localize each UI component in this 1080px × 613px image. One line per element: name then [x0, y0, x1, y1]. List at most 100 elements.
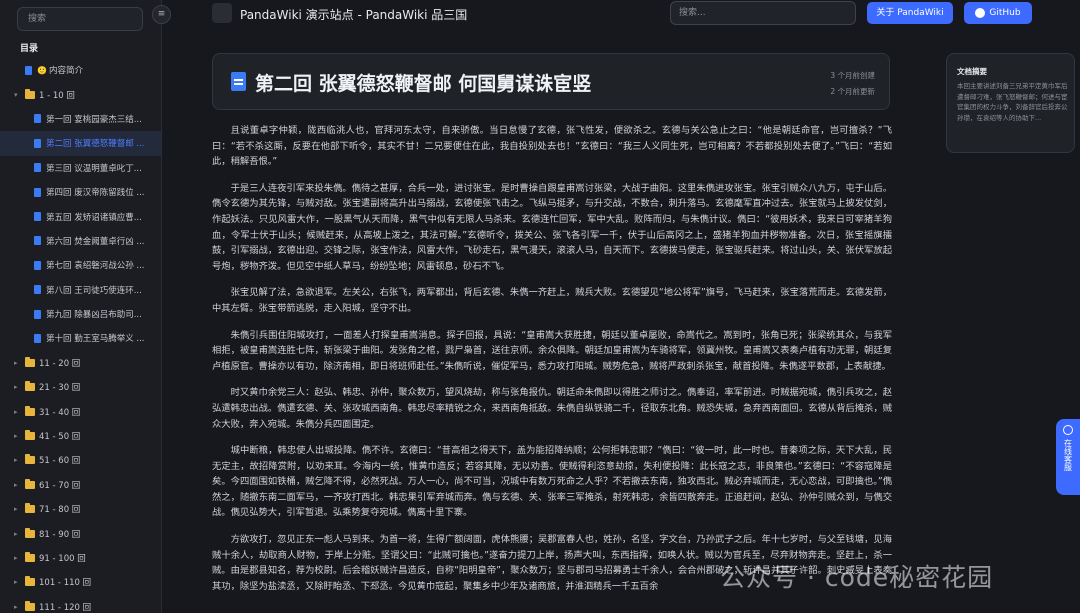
article-body: 且说董卓字仲颖，陇西临洮人也，官拜河东太守，自来骄傲。当日怠慢了玄德，张飞性发，… [212, 123, 892, 613]
folder-icon [25, 478, 35, 489]
article-paragraph: 张宝见解了法，急欲退军。左关公，右张飞，两军都出，背后玄德、朱儁一齐赶上，贼兵大… [212, 287, 892, 314]
sidebar-item[interactable]: 第三回 议温明董卓叱丁... [0, 156, 161, 180]
sidebar-folder[interactable]: ▸ 81 - 90 回 [0, 521, 161, 545]
sidebar-item-label: 第三回 议温明董卓叱丁... [46, 163, 142, 174]
emoji-icon: 🙂 [37, 65, 47, 75]
sidebar-item[interactable]: 第六回 焚金阙董卓行凶 ... [0, 229, 161, 253]
sidebar-item-label: 61 - 70 回 [39, 480, 81, 491]
sidebar-item[interactable]: 第七回 袁绍磐河战公孙 ... [0, 253, 161, 277]
sidebar-folder[interactable]: ▸ 31 - 40 回 [0, 399, 161, 423]
chevron-right-icon: ▸ [14, 529, 18, 538]
chevron-right-icon: ▸ [14, 480, 18, 489]
document-icon [34, 163, 41, 173]
document-icon [34, 236, 41, 246]
sidebar-item-label: 111 - 120 回 [39, 602, 92, 613]
search-input[interactable]: 搜索... [670, 1, 856, 25]
sidebar-item[interactable]: 第五回 发矫诏诸镇应曹... [0, 204, 161, 228]
document-icon [34, 114, 41, 124]
chevron-right-icon: ▸ [14, 456, 18, 465]
sidebar-item-label: 101 - 110 回 [39, 578, 92, 589]
document-icon [34, 138, 41, 148]
sidebar-folder[interactable]: ▸ 21 - 30 回 [0, 375, 161, 399]
folder-icon [25, 552, 35, 562]
updated-time: 2 个月前更新 [830, 87, 875, 96]
chevron-right-icon: ▸ [14, 383, 18, 392]
chevron-right-icon: ▸ [14, 358, 18, 367]
article-paragraph: 朱儁引兵围住阳城攻打，一面差人打探皇甫嵩消息。探子回报，具说：“皇甫嵩大获胜捷，… [212, 329, 892, 372]
folder-icon [25, 527, 35, 538]
folder-icon [25, 600, 35, 611]
sidebar-item-label: 第一回 宴桃园豪杰三结... [46, 114, 142, 125]
sidebar-item[interactable]: 第二回 张翼德怒鞭督邮 ... [0, 131, 161, 156]
sidebar-heading: 目录 [20, 44, 39, 54]
document-icon [34, 187, 41, 197]
chevron-down-icon: ▾ [14, 90, 18, 99]
sidebar-item-label: 21 - 30 回 [39, 383, 81, 394]
article-paragraph: 城中断粮，韩忠使人出城投降。儁不许。玄德曰：“昔高祖之得天下，盖为能招降纳顺；公… [212, 445, 892, 519]
sidebar-item[interactable]: 第八回 王司徒巧使连环... [0, 278, 161, 302]
chevron-right-icon: ▸ [14, 432, 18, 441]
folder-icon [25, 430, 35, 441]
sidebar-folder[interactable]: ▸ 11 - 20 回 [0, 351, 161, 375]
sidebar-item-label: 第七回 袁绍磐河战公孙 ... [46, 261, 145, 272]
sidebar-item-label: 91 - 100 回 [39, 554, 86, 564]
chevron-right-icon: ▸ [14, 407, 18, 416]
sidebar-item-label: 内容简介 [48, 66, 83, 77]
document-icon [34, 285, 41, 295]
article-paragraph: 时又黄巾余党三人：赵弘、韩忠、孙仲，聚众数万，望风烧劫，称与张角报仇。朝廷命朱儁… [212, 387, 892, 430]
github-label: GitHub [989, 8, 1021, 18]
sidebar-folder[interactable]: ▸ 51 - 60 回 [0, 448, 161, 472]
sidebar-item-label: 第八回 王司徒巧使连环... [46, 285, 142, 296]
doc-title-card: 第二回 张翼德怒鞭督邮 何国舅谋诛宦竖 3 个月前创建 2 个月前更新 [212, 53, 890, 110]
document-icon [34, 309, 41, 319]
sidebar-folder[interactable]: ▸ 101 - 110 回 [0, 570, 161, 594]
sidebar-item[interactable]: 🙂 内容简介 [0, 58, 161, 82]
watermark: 公众号 · code秘密花园 [720, 563, 994, 592]
folder-icon [25, 356, 35, 367]
github-icon [975, 8, 986, 18]
doc-tree: 🙂 内容简介 ▾ 1 - 10 回第一回 宴桃园豪杰三结... 第二回 张翼德怒鞭督邮 … [0, 58, 161, 613]
sidebar-item[interactable]: 第九回 除暴凶吕布助司... [0, 302, 161, 326]
doc-summary-panel: 文档摘要 本回主要讲述刘备三兄弟平定黄巾军后遭督邮刁难，张飞怒鞭督邮；何进与宦官… [946, 53, 1075, 153]
sidebar-item[interactable]: 第十回 勤王室马腾举义 ... [0, 326, 161, 350]
sidebar-folder[interactable]: ▾ 1 - 10 回 [0, 82, 161, 106]
sidebar-folder[interactable]: ▸ 111 - 120 回 [0, 595, 161, 613]
sidebar-item[interactable]: 第四回 废汉帝陈留践位 ... [0, 180, 161, 204]
created-time: 3 个月前创建 [830, 71, 875, 80]
document-icon [231, 72, 246, 91]
sidebar-folder[interactable]: ▸ 61 - 70 回 [0, 473, 161, 497]
document-icon [25, 65, 32, 75]
site-title: PandaWiki 演示站点 - PandaWiki 品三国 [240, 8, 468, 22]
document-icon [34, 212, 41, 222]
sidebar-item-label: 第六回 焚金阙董卓行凶 ... [46, 236, 145, 247]
sidebar-item-label: 31 - 40 回 [39, 407, 81, 418]
about-pandawiki-button[interactable]: 关于 PandaWiki [867, 2, 953, 24]
sidebar-item[interactable]: 第一回 宴桃园豪杰三结... [0, 107, 161, 131]
sidebar-item-label: 11 - 20 回 [39, 358, 81, 369]
folder-icon [25, 454, 35, 465]
sidebar: 搜索 目录 🙂 内容简介 ▾ 1 - 10 回第一回 宴桃园豪杰三结... 第二回 张翼… [0, 0, 162, 613]
sidebar-item-label: 第四回 废汉帝陈留践位 ... [46, 188, 145, 199]
sidebar-item-label: 第十回 勤王室马腾举义 ... [46, 334, 145, 345]
sidebar-item-label: 第二回 张翼德怒鞭督邮 ... [46, 139, 145, 150]
chevron-right-icon: ▸ [14, 578, 18, 587]
chevron-right-icon: ▸ [14, 554, 18, 562]
github-button[interactable]: GitHub [964, 2, 1032, 24]
folder-icon [25, 503, 35, 514]
chevron-right-icon: ▸ [14, 602, 18, 611]
sidebar-folder[interactable]: ▸ 91 - 100 回 [0, 546, 161, 570]
folder-icon [25, 576, 35, 587]
sidebar-item-label: 41 - 50 回 [39, 432, 81, 443]
support-label: 在线客服 [1063, 439, 1073, 471]
collapse-sidebar-button[interactable]: ≡ [152, 5, 171, 24]
folder-icon [25, 405, 35, 416]
sidebar-item-label: 51 - 60 回 [39, 456, 81, 467]
sidebar-folder[interactable]: ▸ 41 - 50 回 [0, 424, 161, 448]
support-icon [1063, 425, 1073, 435]
sidebar-item-label: 1 - 10 回 [39, 90, 75, 101]
sidebar-folder[interactable]: ▸ 71 - 80 回 [0, 497, 161, 521]
document-icon [34, 260, 41, 270]
sidebar-search-input[interactable]: 搜索 [17, 7, 143, 31]
online-support-button[interactable]: 在线客服 [1056, 419, 1080, 495]
article-paragraph: 于是三人连夜引军来投朱儁。儁待之甚厚，合兵一处，进讨张宝。是时曹操自跟皇甫嵩讨张… [212, 182, 892, 272]
